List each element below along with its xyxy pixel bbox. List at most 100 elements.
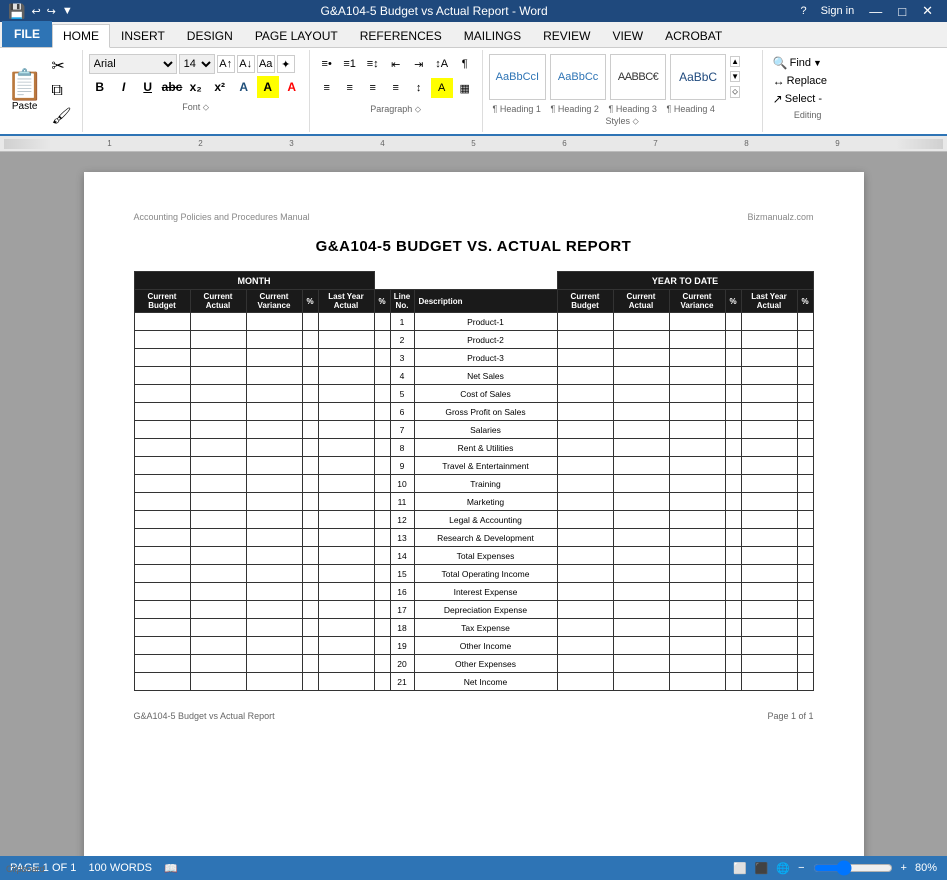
quick-access-more[interactable]: ▼ xyxy=(62,5,73,17)
month-data-cell[interactable] xyxy=(190,331,246,349)
month-data-cell[interactable] xyxy=(318,565,374,583)
tab-acrobat[interactable]: ACROBAT xyxy=(654,24,733,47)
month-data-cell[interactable] xyxy=(318,493,374,511)
ytd-data-cell[interactable] xyxy=(741,565,797,583)
month-data-cell[interactable] xyxy=(190,547,246,565)
month-data-cell[interactable] xyxy=(302,475,318,493)
ytd-data-cell[interactable] xyxy=(613,403,669,421)
month-data-cell[interactable] xyxy=(318,313,374,331)
month-data-cell[interactable] xyxy=(302,367,318,385)
month-data-cell[interactable] xyxy=(302,565,318,583)
month-data-cell[interactable] xyxy=(302,313,318,331)
ytd-data-cell[interactable] xyxy=(557,439,613,457)
month-data-cell[interactable] xyxy=(134,655,190,673)
month-data-cell[interactable] xyxy=(190,583,246,601)
month-data-cell[interactable] xyxy=(134,619,190,637)
month-data-cell[interactable] xyxy=(318,583,374,601)
ytd-data-cell[interactable] xyxy=(797,385,813,403)
month-data-cell[interactable] xyxy=(134,637,190,655)
month-data-cell[interactable] xyxy=(374,655,390,673)
ytd-data-cell[interactable] xyxy=(557,367,613,385)
ytd-data-cell[interactable] xyxy=(725,529,741,547)
month-data-cell[interactable] xyxy=(134,439,190,457)
ytd-data-cell[interactable] xyxy=(669,439,725,457)
view-web-btn[interactable]: 🌐 xyxy=(776,862,790,875)
ytd-data-cell[interactable] xyxy=(725,421,741,439)
ytd-data-cell[interactable] xyxy=(613,547,669,565)
underline-btn[interactable]: U xyxy=(137,76,159,98)
month-data-cell[interactable] xyxy=(318,439,374,457)
italic-btn[interactable]: I xyxy=(113,76,135,98)
month-data-cell[interactable] xyxy=(246,421,302,439)
line-spacing-btn[interactable]: ↕ xyxy=(408,78,430,98)
zoom-level[interactable]: 80% xyxy=(915,862,937,874)
ytd-data-cell[interactable] xyxy=(725,565,741,583)
ytd-data-cell[interactable] xyxy=(557,619,613,637)
ytd-data-cell[interactable] xyxy=(725,439,741,457)
ytd-data-cell[interactable] xyxy=(725,673,741,691)
month-data-cell[interactable] xyxy=(318,421,374,439)
copy-btn[interactable]: ⧉ xyxy=(47,80,75,102)
ytd-data-cell[interactable] xyxy=(725,457,741,475)
tab-review[interactable]: REVIEW xyxy=(532,24,601,47)
month-data-cell[interactable] xyxy=(190,565,246,583)
proofing-icon[interactable]: 📖 xyxy=(164,862,178,875)
strikethrough-btn[interactable]: abc xyxy=(161,76,183,98)
ytd-data-cell[interactable] xyxy=(557,475,613,493)
ytd-data-cell[interactable] xyxy=(669,493,725,511)
ytd-data-cell[interactable] xyxy=(797,349,813,367)
tab-view[interactable]: VIEW xyxy=(601,24,654,47)
month-data-cell[interactable] xyxy=(374,421,390,439)
ytd-data-cell[interactable] xyxy=(741,331,797,349)
ytd-data-cell[interactable] xyxy=(669,313,725,331)
ytd-data-cell[interactable] xyxy=(613,493,669,511)
month-data-cell[interactable] xyxy=(190,313,246,331)
ytd-data-cell[interactable] xyxy=(797,439,813,457)
zoom-out-btn[interactable]: − xyxy=(798,862,804,874)
decrease-indent-btn[interactable]: ⇤ xyxy=(385,54,407,74)
superscript-btn[interactable]: x² xyxy=(209,76,231,98)
month-data-cell[interactable] xyxy=(302,619,318,637)
ytd-data-cell[interactable] xyxy=(725,655,741,673)
ytd-data-cell[interactable] xyxy=(613,511,669,529)
ytd-data-cell[interactable] xyxy=(613,313,669,331)
ytd-data-cell[interactable] xyxy=(669,583,725,601)
month-data-cell[interactable] xyxy=(374,619,390,637)
ytd-data-cell[interactable] xyxy=(725,331,741,349)
month-data-cell[interactable] xyxy=(318,457,374,475)
ytd-data-cell[interactable] xyxy=(669,367,725,385)
ytd-data-cell[interactable] xyxy=(613,619,669,637)
signin-btn[interactable]: Sign in xyxy=(816,5,860,17)
ytd-data-cell[interactable] xyxy=(797,313,813,331)
month-data-cell[interactable] xyxy=(246,637,302,655)
month-data-cell[interactable] xyxy=(318,511,374,529)
month-data-cell[interactable] xyxy=(190,439,246,457)
ytd-data-cell[interactable] xyxy=(613,385,669,403)
ytd-data-cell[interactable] xyxy=(797,529,813,547)
month-data-cell[interactable] xyxy=(134,403,190,421)
ytd-data-cell[interactable] xyxy=(557,673,613,691)
ytd-data-cell[interactable] xyxy=(669,331,725,349)
ytd-data-cell[interactable] xyxy=(613,421,669,439)
month-data-cell[interactable] xyxy=(318,529,374,547)
ytd-data-cell[interactable] xyxy=(741,547,797,565)
month-data-cell[interactable] xyxy=(318,331,374,349)
month-data-cell[interactable] xyxy=(134,385,190,403)
ytd-data-cell[interactable] xyxy=(669,475,725,493)
month-data-cell[interactable] xyxy=(318,349,374,367)
month-data-cell[interactable] xyxy=(246,457,302,475)
ytd-data-cell[interactable] xyxy=(725,475,741,493)
ytd-data-cell[interactable] xyxy=(557,529,613,547)
view-full-btn[interactable]: ⬛ xyxy=(755,862,769,875)
style-heading1[interactable]: AaBbCcI xyxy=(489,54,546,100)
style-heading2[interactable]: AaBbCc xyxy=(550,54,606,100)
month-data-cell[interactable] xyxy=(134,421,190,439)
ytd-data-cell[interactable] xyxy=(725,349,741,367)
ytd-data-cell[interactable] xyxy=(557,511,613,529)
ytd-data-cell[interactable] xyxy=(741,583,797,601)
align-right-btn[interactable]: ≡ xyxy=(362,78,384,98)
ytd-data-cell[interactable] xyxy=(557,601,613,619)
month-data-cell[interactable] xyxy=(374,331,390,349)
ytd-data-cell[interactable] xyxy=(797,673,813,691)
redo-btn[interactable]: ↪ xyxy=(47,5,56,18)
